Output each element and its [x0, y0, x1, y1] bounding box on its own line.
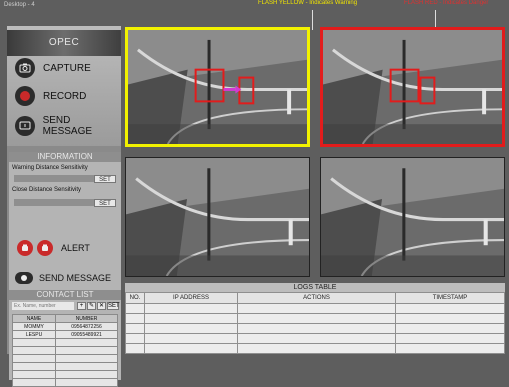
close-distance-slider[interactable]	[14, 199, 94, 206]
contact-list-heading: CONTACT LIST	[9, 290, 121, 300]
contact-empty-cell	[11, 346, 57, 355]
logs-no-header: NO.	[125, 292, 145, 304]
contact-number-header: NUMBER	[55, 314, 118, 323]
logs-timestamp-header: TIMESTAMP	[395, 292, 505, 304]
danger-annotation: FLASH RED - Indicates Danger	[404, 0, 489, 6]
camera-feed-2[interactable]	[320, 27, 505, 147]
log-row[interactable]	[125, 333, 505, 344]
contact-search-input[interactable]: Ex. Name, number	[12, 302, 74, 310]
logs-panel: LOGS TABLE NO. IP ADDRESS ACTIONS TIMEST…	[125, 283, 505, 354]
contact-empty-cell	[55, 362, 118, 371]
contact-set-button[interactable]: SET	[107, 302, 120, 310]
camera-feed-1[interactable]	[125, 27, 310, 147]
capture-label: CAPTURE	[43, 62, 91, 74]
contact-empty-cell	[11, 378, 57, 387]
add-contact-button[interactable]: +	[77, 302, 86, 310]
log-row[interactable]	[125, 313, 505, 324]
contact-empty-cell	[55, 354, 118, 363]
warning-distance-slider[interactable]	[14, 175, 94, 182]
app-title: OPEC	[7, 30, 121, 56]
street-scene-image	[128, 30, 307, 144]
contact-number: 09564872256	[55, 322, 118, 331]
delete-contact-button[interactable]: ✕	[97, 302, 106, 310]
logs-actions-header: ACTIONS	[237, 292, 396, 304]
contact-list-panel: CONTACT LIST Ex. Name, number + ✎ ✕ SET …	[9, 290, 121, 387]
camera-feed-3[interactable]	[125, 157, 310, 277]
alarm-icon	[37, 240, 53, 256]
warning-set-button[interactable]: SET	[94, 175, 116, 183]
contact-empty-cell	[55, 378, 118, 387]
contact-name-header: NAME	[11, 314, 57, 323]
street-scene-image	[323, 30, 502, 144]
logs-ip-header: IP ADDRESS	[144, 292, 238, 304]
close-distance-label: Close Distance Sensitivity	[12, 187, 82, 193]
window-title: Desktop - 4	[4, 2, 35, 8]
record-button[interactable]: RECORD	[15, 86, 86, 106]
contact-name: LESPU	[11, 330, 57, 339]
toggle-icon	[15, 272, 33, 284]
capture-button[interactable]: CAPTURE	[15, 58, 91, 78]
warning-annotation: FLASH YELLOW - Indicates Warning	[258, 0, 358, 6]
information-panel: INFORMATION Warning Distance Sensitivity…	[9, 152, 121, 292]
contact-row[interactable]: MOMMY 09564872256	[11, 322, 118, 331]
sidebar: OPEC CAPTURE RECORD SEND MESSAGE INFORMA…	[7, 26, 121, 387]
logs-title: LOGS TABLE	[125, 283, 505, 292]
opec-panel: OPEC CAPTURE RECORD SEND MESSAGE	[7, 26, 121, 146]
contact-table: NAME NUMBER MOMMY 09564872256 LESPU 0905…	[11, 314, 118, 387]
camera-icon	[15, 58, 35, 78]
information-heading: INFORMATION	[9, 152, 121, 162]
log-row[interactable]	[125, 343, 505, 354]
street-scene-image	[126, 158, 309, 276]
message-icon	[15, 116, 35, 136]
contact-number: 09055489921	[55, 330, 118, 339]
contact-empty-cell	[11, 362, 57, 371]
contact-row[interactable]: LESPU 09055489921	[11, 330, 118, 339]
contact-empty-cell	[11, 338, 57, 347]
alert-button[interactable]: ALERT	[17, 240, 90, 256]
logs-table: NO. IP ADDRESS ACTIONS TIMESTAMP	[125, 292, 505, 354]
warning-annotation-line	[312, 10, 313, 30]
alarm-icon	[17, 240, 33, 256]
contact-empty-cell	[55, 370, 118, 379]
send-message-label: SEND MESSAGE	[42, 115, 93, 137]
close-set-button[interactable]: SET	[94, 199, 116, 207]
alert-label: ALERT	[61, 243, 90, 253]
contact-empty-cell	[11, 354, 57, 363]
record-label: RECORD	[43, 90, 87, 102]
camera-feed-4[interactable]	[320, 157, 505, 277]
contact-empty-cell	[11, 370, 57, 379]
send-message-button[interactable]: SEND MESSAGE	[15, 115, 121, 137]
warning-distance-label: Warning Distance Sensitivity	[12, 165, 88, 171]
street-scene-image	[321, 158, 504, 276]
contact-empty-cell	[55, 346, 118, 355]
contact-name: MOMMY	[11, 322, 57, 331]
send-message-toggle-label: SEND MESSAGE	[39, 273, 112, 283]
record-icon	[15, 86, 35, 106]
log-row[interactable]	[125, 323, 505, 334]
contact-empty-cell	[55, 338, 118, 347]
send-message-toggle[interactable]: SEND MESSAGE	[15, 272, 111, 284]
edit-contact-button[interactable]: ✎	[87, 302, 96, 310]
log-row[interactable]	[125, 303, 505, 314]
